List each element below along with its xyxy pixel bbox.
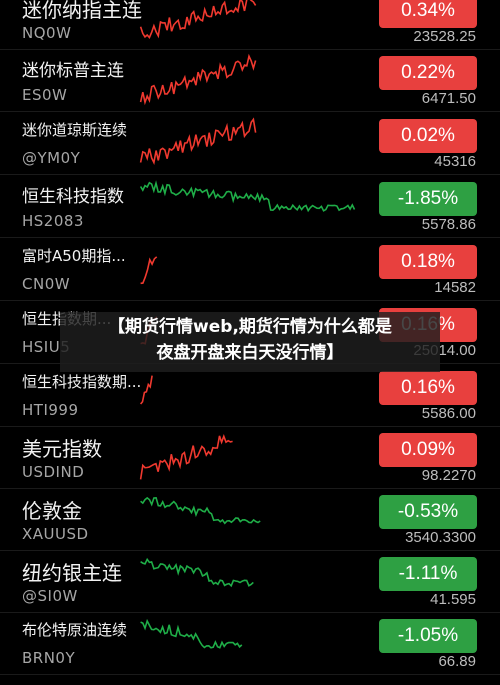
change-badge[interactable]: -1.85%	[379, 182, 477, 216]
last-price: 6471.50	[421, 90, 476, 107]
change-badge[interactable]: 0.16%	[379, 371, 477, 405]
instrument-name: 恒生科技指数	[22, 187, 124, 207]
sparkline-chart	[139, 434, 233, 480]
sparkline-chart	[139, 180, 356, 213]
quote-row[interactable]: 恒生科技指数 HS2083 -1.85% 5578.86	[0, 176, 500, 238]
quote-row[interactable]: 纽约银主连 @SI0W -1.11% 41.595	[0, 551, 500, 613]
sparkline-chart	[140, 256, 158, 285]
quote-row[interactable]: 美元指数 USDIND 0.09% 98.2270	[0, 427, 500, 489]
last-price: 14582	[434, 279, 476, 296]
last-price: 45316	[434, 153, 476, 170]
instrument-name: 伦敦金	[22, 499, 82, 523]
change-badge[interactable]: 0.18%	[379, 245, 477, 279]
instrument-code: XAUUSD	[22, 525, 89, 543]
last-price: 5586.00	[421, 405, 476, 422]
quote-row[interactable]: 恒生科技指数期... HTI999 0.16% 5586.00	[0, 365, 500, 427]
sparkline-chart	[139, 0, 257, 39]
change-badge[interactable]: -1.05%	[379, 619, 477, 653]
instrument-code: NQ0W	[22, 24, 72, 42]
instrument-code: CN0W	[22, 275, 71, 293]
instrument-code: HTI999	[22, 401, 79, 419]
quote-row[interactable]: 伦敦金 XAUUSD -0.53% 3540.3300	[0, 489, 500, 551]
last-price: 5578.86	[421, 216, 476, 233]
change-badge[interactable]: 0.22%	[379, 56, 477, 90]
instrument-name: 恒生科技指数期...	[22, 373, 142, 391]
instrument-code: @YM0Y	[22, 149, 81, 167]
last-price: 98.2270	[421, 467, 476, 484]
instrument-code: HS2083	[22, 212, 84, 230]
sparkline-chart	[140, 618, 243, 649]
sparkline-chart	[140, 557, 254, 588]
caption-overlay: 【期货行情web,期货行情为什么都是 夜盘开盘来白天没行情】	[60, 314, 440, 366]
quote-row[interactable]: 迷你标普主连 ES0W 0.22% 6471.50	[0, 50, 500, 112]
caption-line-2: 夜盘开盘来白天没行情】	[156, 343, 344, 363]
quote-row[interactable]: 迷你纳指主连 NQ0W 0.34% 23528.25	[0, 0, 500, 50]
quote-row[interactable]: 迷你道琼斯连续 @YM0Y 0.02% 45316	[0, 113, 500, 175]
change-badge[interactable]: 0.02%	[379, 119, 477, 153]
instrument-name: 富时A50期指...	[22, 247, 126, 265]
last-price: 66.89	[438, 653, 476, 670]
instrument-code: BRN0Y	[22, 649, 76, 667]
instrument-name: 美元指数	[22, 437, 102, 461]
last-price: 41.595	[430, 591, 476, 608]
sparkline-chart	[139, 117, 257, 165]
caption-line-1: 【期货行情web,期货行情为什么都是	[108, 317, 392, 337]
instrument-name: 纽约银主连	[22, 561, 122, 585]
change-badge[interactable]: -1.11%	[379, 557, 477, 591]
change-badge[interactable]: 0.09%	[379, 433, 477, 467]
sparkline-chart	[139, 375, 153, 405]
change-badge[interactable]: 0.34%	[379, 0, 477, 28]
instrument-name: 迷你标普主连	[22, 61, 124, 81]
instrument-code: ES0W	[22, 86, 68, 104]
instrument-name: 布伦特原油连续	[22, 621, 128, 639]
last-price: 3540.3300	[405, 529, 476, 546]
instrument-name: 迷你道琼斯连续	[22, 121, 128, 139]
instrument-code: @SI0W	[22, 587, 78, 605]
quote-row[interactable]: 布伦特原油连续 BRN0Y -1.05% 66.89	[0, 613, 500, 675]
instrument-code: USDIND	[22, 463, 85, 481]
sparkline-chart	[139, 53, 257, 106]
instrument-name: 迷你纳指主连	[22, 0, 142, 22]
last-price: 23528.25	[413, 28, 476, 45]
sparkline-chart	[140, 496, 261, 525]
quote-row[interactable]: 富时A50期指... CN0W 0.18% 14582	[0, 239, 500, 301]
change-badge[interactable]: -0.53%	[379, 495, 477, 529]
